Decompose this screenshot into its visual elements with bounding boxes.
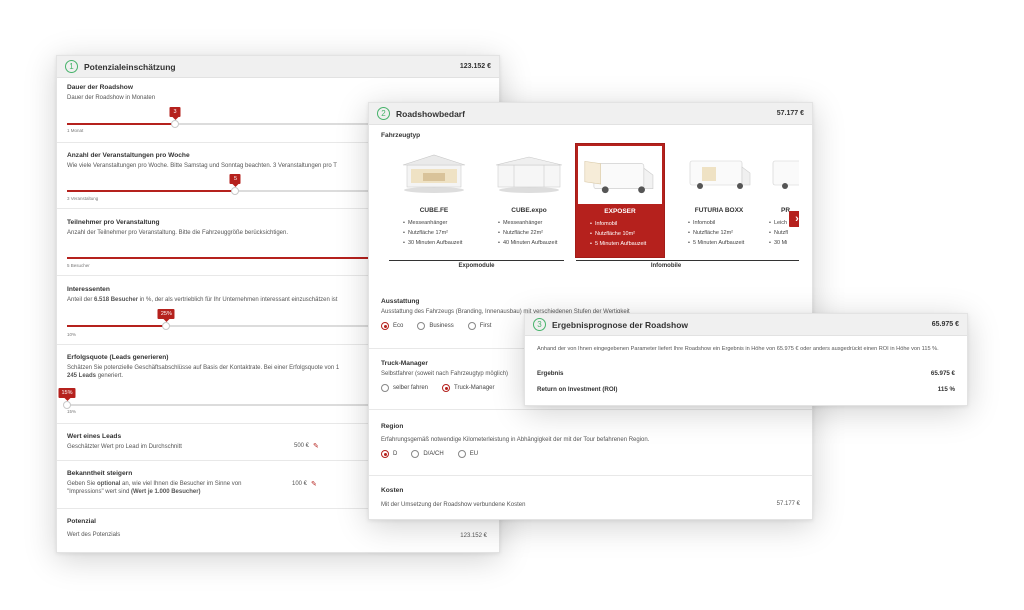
ergebnis-label: Ergebnis xyxy=(537,370,564,377)
ergebnis-card-title: Ergebnisprognose der Roadshow xyxy=(552,319,689,330)
ergebnis-value: 65.975 € xyxy=(930,370,955,377)
radio-first[interactable]: First xyxy=(467,322,491,330)
dauer-section: Dauer der Roadshow Dauer der Roadshow in… xyxy=(67,84,489,102)
ergebnis-card-total: 65.975 € xyxy=(931,321,959,328)
roi-row: Return on Investment (ROI) 115 % xyxy=(537,386,955,393)
interessenten-min-label: 10% xyxy=(67,332,77,337)
potenzial-card-title: Potenzialeinschätzung xyxy=(84,61,176,72)
chevron-right-icon[interactable]: › xyxy=(789,211,799,227)
fahrzeugtyp-label: Fahrzeugtyp xyxy=(381,132,421,139)
wert-value[interactable]: 500 € ✎ xyxy=(294,442,319,450)
region-title: Region xyxy=(381,423,404,430)
step-number-3: 3 xyxy=(533,318,546,331)
vehicle-features: InfomobilNutzfläche 12m²5 Minuten Aufbau… xyxy=(688,218,744,248)
vehicle-features: InfomobilNutzfläche 10m²5 Minuten Aufbau… xyxy=(590,219,646,249)
erfolg-value-bubble: 15% xyxy=(58,388,76,401)
kosten-desc: Mit der Umsetzung der Roadshow verbunden… xyxy=(381,502,526,508)
potenzial-card-header: 1 Potenzialeinschätzung 123.152 € xyxy=(57,56,499,78)
vehicle-partial[interactable]: PR LeichNutzfl30 Mi xyxy=(769,143,799,258)
kosten-title: Kosten xyxy=(381,487,404,494)
potenzial-desc: Wert des Potenzials xyxy=(67,532,121,538)
teilnehmer-min-label: 5 Besucher xyxy=(67,263,90,268)
anzahl-slider-handle[interactable] xyxy=(231,187,240,195)
radio-d[interactable]: D xyxy=(381,450,397,458)
vehicle-name: CUBE.expo xyxy=(511,207,547,214)
trailer-image xyxy=(495,156,563,193)
bekanntheit-value[interactable]: 100 € ✎ xyxy=(292,480,317,488)
dauer-slider-handle[interactable] xyxy=(171,120,179,128)
dauer-title: Dauer der Roadshow xyxy=(67,84,133,91)
ergebnis-card-header: 3 Ergebnisprognose der Roadshow 65.975 € xyxy=(525,314,967,336)
roi-label: Return on Investment (ROI) xyxy=(537,386,618,393)
radio-selber-fahren[interactable]: selber fahren xyxy=(381,384,428,392)
region-options: D D/A/CH EU xyxy=(381,450,800,458)
roadshowbedarf-card: 2 Roadshowbedarf 57.177 € Fahrzeugtyp CU… xyxy=(368,102,813,520)
ausstattung-title: Ausstattung xyxy=(381,298,420,305)
dauer-desc: Dauer der Roadshow in Monaten xyxy=(67,95,156,101)
dauer-value-bubble: 3 xyxy=(169,107,181,120)
roi-value: 115 % xyxy=(937,386,955,393)
anzahl-value-bubble: 5 xyxy=(229,174,241,187)
erfolg-slider-handle[interactable] xyxy=(63,401,71,409)
step-number-1: 1 xyxy=(65,60,78,73)
roadshowbedarf-card-title: Roadshowbedarf xyxy=(396,108,465,119)
vehicle-cube-fe[interactable]: CUBE.FE MesseanhängerNutzfläche 17m²30 M… xyxy=(389,143,479,258)
vehicle-futuria-boxx[interactable]: FUTURIA BOXX InfomobilNutzfläche 12m²5 M… xyxy=(674,143,764,258)
radio-dach[interactable]: D/A/CH xyxy=(411,450,444,458)
interessenten-value-bubble: 25% xyxy=(157,309,175,322)
erfolg-min-label: 15% xyxy=(67,409,77,414)
step-number-2: 2 xyxy=(377,107,390,120)
roadshowbedarf-card-total: 57.177 € xyxy=(776,110,804,117)
kosten-section: Kosten Mit der Umsetzung der Roadshow ve… xyxy=(381,487,800,509)
ergebnis-row: Ergebnis 65.975 € xyxy=(537,370,955,377)
ergebnis-text: Anhand der von Ihnen eingegebenen Parame… xyxy=(537,346,939,352)
region-desc: Erfahrungsgemäß notwendige Kilometerleis… xyxy=(381,437,650,443)
kosten-value: 57.177 € xyxy=(776,501,800,507)
radio-business[interactable]: Business xyxy=(417,322,454,330)
group-expomodule: Expomodule xyxy=(458,263,495,269)
camper-image xyxy=(772,160,799,189)
radio-eu[interactable]: EU xyxy=(457,450,478,458)
vehicle-name: CUBE.FE xyxy=(419,207,449,214)
trailer-image xyxy=(402,154,466,193)
vehicle-features: MesseanhängerNutzfläche 22m²40 Minuten A… xyxy=(498,218,557,248)
camper-image xyxy=(689,160,751,189)
radio-truck-manager[interactable]: Truck-Manager xyxy=(442,384,495,392)
potenzial-card-total: 123.152 € xyxy=(459,63,491,70)
radio-eco[interactable]: Eco xyxy=(381,322,403,330)
vehicle-name: EXPOSER xyxy=(604,208,636,215)
pencil-icon[interactable]: ✎ xyxy=(313,442,319,450)
dauer-min-label: 1 Monat xyxy=(67,128,84,133)
anzahl-min-label: 3 Veranstaltung xyxy=(67,196,99,201)
potenzial-section: Potenzial Wert des Potenzials xyxy=(67,518,489,539)
ergebnis-card: 3 Ergebnisprognose der Roadshow 65.975 €… xyxy=(524,313,968,406)
vehicle-carousel: CUBE.FE MesseanhängerNutzfläche 17m²30 M… xyxy=(389,143,799,268)
roadshowbedarf-card-header: 2 Roadshowbedarf 57.177 € xyxy=(369,103,812,125)
interessenten-slider-handle[interactable] xyxy=(162,322,171,330)
pencil-icon[interactable]: ✎ xyxy=(311,480,317,488)
vehicle-name: FUTURIA BOXX xyxy=(694,207,744,214)
vehicle-cube-expo[interactable]: CUBE.expo MesseanhängerNutzfläche 22m²40… xyxy=(484,143,574,258)
group-infomobile: Infomobile xyxy=(650,263,682,269)
vehicle-features: LeichNutzfl30 Mi xyxy=(769,218,788,248)
vehicle-exposer[interactable]: EXPOSER InfomobilNutzfläche 10m²5 Minute… xyxy=(575,143,665,258)
vehicle-features: MesseanhängerNutzfläche 17m²30 Minuten A… xyxy=(403,218,462,248)
potenzial-value: 123.152 € xyxy=(460,533,487,539)
van-image xyxy=(578,146,662,204)
region-section: Region Erfahrungsgemäß notwendige Kilome… xyxy=(381,423,800,458)
